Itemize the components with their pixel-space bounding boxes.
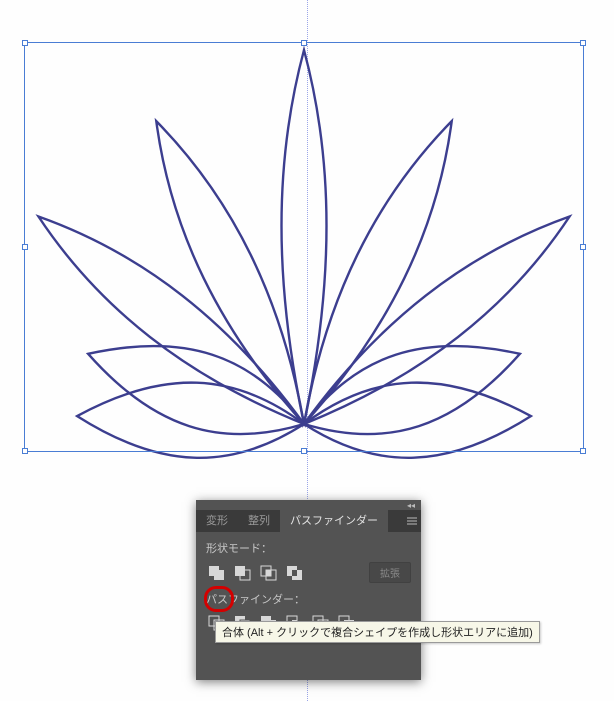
resize-handle[interactable] [22,40,28,46]
resize-handle[interactable] [301,448,307,454]
selection-bounding-box[interactable] [24,42,584,452]
panel-menu-icon[interactable] [403,510,421,532]
panel-grip[interactable]: ◂◂ [196,500,421,510]
panel-tabs: 変形 整列 パスファインダー [196,510,421,532]
resize-handle[interactable] [580,448,586,454]
pathfinder-panel: ◂◂ 変形 整列 パスファインダー 形状モード： 拡張 パスファインダー： [196,500,421,680]
resize-handle[interactable] [301,40,307,46]
shape-mode-row: 拡張 [206,562,411,583]
pathfinder-label: パスファインダー： [206,591,411,607]
resize-handle[interactable] [580,244,586,250]
resize-handle[interactable] [580,40,586,46]
shape-mode-label: 形状モード： [206,540,411,556]
tab-pathfinder[interactable]: パスファインダー [280,510,388,532]
tab-transform[interactable]: 変形 [196,510,238,532]
expand-button: 拡張 [369,562,411,583]
minus-front-icon[interactable] [232,563,254,583]
exclude-icon[interactable] [284,563,306,583]
unite-icon[interactable] [206,563,228,583]
collapse-icon[interactable]: ◂◂ [407,501,415,510]
canvas[interactable] [0,0,614,490]
resize-handle[interactable] [22,244,28,250]
resize-handle[interactable] [22,448,28,454]
tooltip: 合体 (Alt + クリックで複合シェイプを作成し形状エリアに追加) [215,621,540,643]
intersect-icon[interactable] [258,563,280,583]
tab-align[interactable]: 整列 [238,510,280,532]
